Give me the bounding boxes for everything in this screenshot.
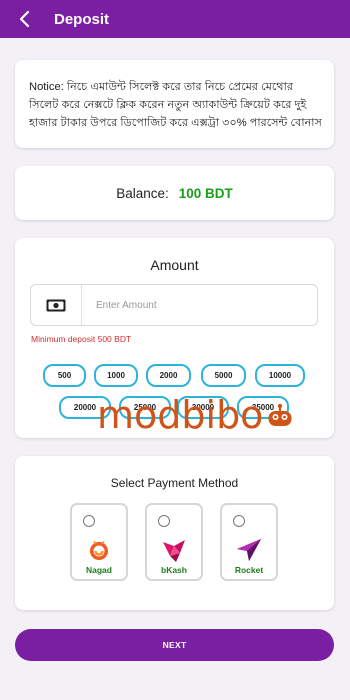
rocket-radio[interactable] (233, 515, 245, 527)
balance-card: Balance: 100 BDT (15, 166, 334, 220)
amount-chip-1000[interactable]: 1000 (94, 364, 138, 387)
payment-title: Select Payment Method (110, 476, 239, 490)
payment-option-bkash[interactable]: bKash (145, 503, 203, 581)
app-header: Deposit (0, 0, 350, 38)
payment-option-rocket[interactable]: Rocket (220, 503, 278, 581)
balance-value: 100 BDT (178, 185, 233, 201)
bkash-radio[interactable] (158, 515, 170, 527)
balance-label: Balance: (116, 185, 169, 201)
watermark-logo: modbibo (97, 395, 293, 435)
amount-chip-500[interactable]: 500 (43, 364, 86, 387)
minimum-deposit-text: Minimum deposit 500 BDT (31, 334, 132, 344)
rocket-label: Rocket (234, 565, 264, 575)
amount-chip-2000[interactable]: 2000 (146, 364, 191, 387)
back-button[interactable] (14, 9, 34, 29)
payment-method-card: Select Payment Method Nagad bKash Rocket (15, 456, 334, 610)
nagad-label: Nagad (86, 565, 112, 575)
chevron-left-icon (19, 10, 30, 28)
cash-icon (46, 299, 66, 311)
rocket-logo-icon (235, 536, 263, 564)
notice-card: Notice: নিচে এমাউন্ট সিলেক্ট করে তার নিচ… (15, 60, 334, 148)
nagad-logo-icon (85, 536, 113, 564)
bkash-logo-icon (160, 536, 188, 564)
robot-icon (268, 403, 292, 426)
notice-text: Notice: নিচে এমাউন্ট সিলেক্ট করে তার নিচ… (29, 81, 322, 129)
cash-icon-box (31, 285, 82, 325)
amount-input-group (30, 284, 318, 326)
amount-chip-5000[interactable]: 5000 (201, 364, 246, 387)
next-button[interactable]: NEXT (15, 629, 334, 661)
amount-input[interactable] (82, 285, 317, 325)
nagad-radio[interactable] (83, 515, 95, 527)
bkash-label: bKash (161, 565, 187, 575)
page-title: Deposit (54, 10, 110, 28)
amount-title: Amount (150, 257, 199, 273)
amount-card: Amount Minimum deposit 500 BDT 500 1000 … (15, 238, 334, 438)
watermark-text: modbibo (97, 393, 264, 437)
payment-option-nagad[interactable]: Nagad (70, 503, 128, 581)
amount-chip-10000[interactable]: 10000 (255, 364, 305, 387)
